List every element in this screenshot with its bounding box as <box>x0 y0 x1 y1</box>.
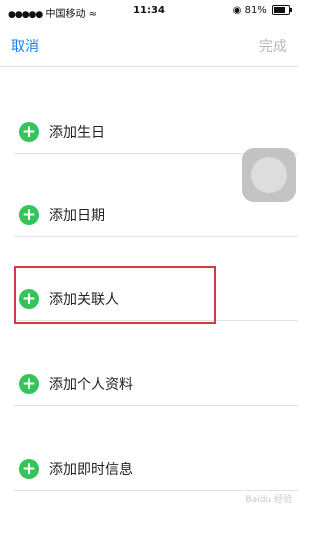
add-instant-message-row[interactable]: + 添加即时信息 <box>0 447 298 491</box>
done-button[interactable]: 完成 <box>259 36 287 56</box>
battery-icon <box>272 5 292 15</box>
watermark: Baidu 经验 <box>245 495 292 505</box>
plus-circle-icon: + <box>19 459 39 479</box>
plus-circle-icon: + <box>19 205 39 225</box>
orientation-lock-icon: ◉ <box>232 5 242 16</box>
row-separator <box>14 405 298 406</box>
battery-percent: 81% <box>244 5 267 16</box>
navigation-bar: 取消 完成 <box>0 22 298 67</box>
status-bar: ●●●●● 中国移动 ≈ 11:34 ◉ 81% <box>0 0 298 22</box>
plus-circle-icon: + <box>19 122 39 142</box>
row-label: 添加生日 <box>49 125 105 141</box>
plus-circle-icon: + <box>19 374 39 394</box>
cancel-button[interactable]: 取消 <box>11 36 39 56</box>
row-label: 添加日期 <box>49 208 105 224</box>
row-label: 添加即时信息 <box>49 462 133 478</box>
row-label: 添加个人资料 <box>49 377 133 393</box>
status-bar-right: ◉ 81% <box>232 5 292 16</box>
add-social-profile-row[interactable]: + 添加个人资料 <box>0 362 298 406</box>
row-separator <box>14 490 298 491</box>
highlight-box <box>14 266 216 324</box>
row-separator <box>14 236 298 237</box>
assistive-touch-icon[interactable] <box>242 148 296 202</box>
